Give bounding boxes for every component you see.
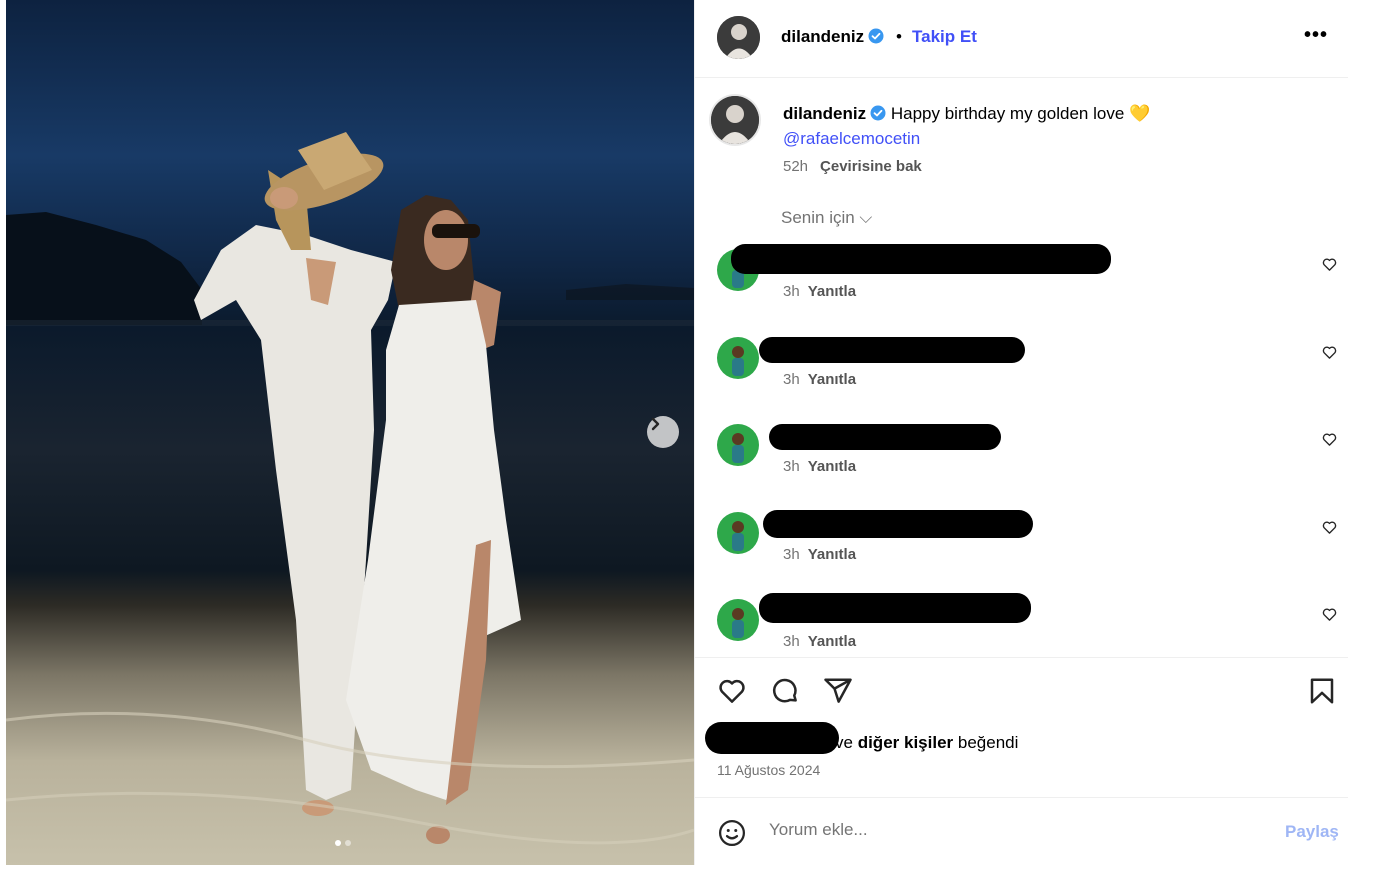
chevron-right-icon <box>651 417 660 431</box>
share-icon[interactable] <box>823 676 853 706</box>
follow-button[interactable]: Takip Et <box>912 27 977 47</box>
heart-icon[interactable] <box>1322 257 1337 272</box>
redacted-comment-text <box>769 424 1001 450</box>
comments-filter-dropdown[interactable]: Senin için ⌵ <box>781 208 872 228</box>
author-username-text: dilandeniz <box>781 27 865 46</box>
caption-username[interactable]: dilandeniz <box>783 104 866 123</box>
redacted-comment-text <box>731 244 1111 274</box>
comment-input[interactable] <box>769 820 1249 840</box>
reply-button[interactable]: Yanıtla <box>808 633 856 650</box>
post-caption: dilandeniz Happy birthday my golden love… <box>783 101 1303 151</box>
reply-button[interactable]: Yanıtla <box>808 283 856 300</box>
comment-icon[interactable] <box>770 676 800 706</box>
commenter-avatar[interactable] <box>717 512 759 554</box>
comment-item: 3h Yanıtla <box>695 244 1348 319</box>
beach-couple-photo <box>6 132 694 845</box>
commenter-avatar[interactable] <box>717 337 759 379</box>
post-date[interactable]: 11 Ağustos 2024 <box>717 762 820 778</box>
comment-meta: 3h Yanıtla <box>783 546 856 563</box>
redacted-comment-text <box>763 510 1033 538</box>
header-separator: • <box>896 27 902 46</box>
post-photo[interactable] <box>6 0 694 865</box>
carousel-dot-active <box>335 840 341 846</box>
commenter-avatar[interactable] <box>717 599 759 641</box>
reply-button[interactable]: Yanıtla <box>808 458 856 475</box>
like-heart-icon[interactable] <box>717 676 747 706</box>
redacted-comment-text <box>759 593 1031 623</box>
post-header: dilandeniz • Takip Et ••• <box>695 0 1348 78</box>
post-actions: ve diğer kişiler beğendi 11 Ağustos 2024 <box>695 657 1348 798</box>
reply-button[interactable]: Yanıtla <box>808 546 856 563</box>
caption-author-avatar[interactable] <box>711 96 759 144</box>
verified-badge-icon <box>868 28 884 44</box>
bitmoji-avatar <box>732 608 744 638</box>
comment-time: 3h <box>783 546 800 563</box>
comment-item: 3h Yanıtla <box>695 337 1348 407</box>
likes-others-link[interactable]: diğer kişiler <box>858 733 953 752</box>
bitmoji-avatar <box>732 521 744 551</box>
avatar-image <box>711 96 759 144</box>
commenter-avatar[interactable] <box>717 424 759 466</box>
comment-meta: 3h Yanıtla <box>783 371 856 388</box>
more-options-button[interactable]: ••• <box>1304 24 1328 47</box>
redacted-comment-text <box>759 337 1025 363</box>
verified-badge-icon <box>870 105 886 121</box>
reply-button[interactable]: Yanıtla <box>808 371 856 388</box>
caption-time: 52h <box>783 158 809 175</box>
likes-suffix-text: beğendi <box>957 733 1019 752</box>
redacted-liker-names <box>705 722 839 754</box>
heart-icon[interactable] <box>1322 607 1337 622</box>
see-translation-button[interactable]: Çevirisine bak <box>820 158 922 175</box>
post-comment-button[interactable]: Paylaş <box>1285 822 1339 842</box>
caption-meta: 52h Çevirisine bak <box>783 158 922 175</box>
comment-item: 3h Yanıtla <box>695 510 1348 582</box>
comment-meta: 3h Yanıtla <box>783 458 856 475</box>
emoji-icon[interactable] <box>717 818 747 848</box>
comment-meta: 3h Yanıtla <box>783 633 856 650</box>
add-comment-bar: Paylaş <box>695 797 1348 866</box>
comment-time: 3h <box>783 283 800 300</box>
comment-time: 3h <box>783 633 800 650</box>
bookmark-icon[interactable] <box>1307 676 1337 706</box>
author-username[interactable]: dilandeniz <box>781 27 884 47</box>
carousel-dot <box>345 840 351 846</box>
post-side-panel: dilandeniz • Takip Et ••• dilandeniz Hap… <box>694 0 1348 865</box>
carousel-next-button[interactable] <box>647 416 679 448</box>
avatar-image <box>717 16 760 59</box>
author-avatar[interactable] <box>717 16 760 59</box>
comment-time: 3h <box>783 458 800 475</box>
comment-item: 3h Yanıtla <box>695 424 1348 494</box>
heart-icon[interactable] <box>1322 520 1337 535</box>
carousel-indicator <box>335 840 351 846</box>
comment-meta: 3h Yanıtla <box>783 283 856 300</box>
caption-mention-link[interactable]: @rafaelcemocetin <box>783 126 1303 151</box>
caption-text: Happy birthday my golden love 💛 <box>890 104 1151 123</box>
post-dialog: dilandeniz • Takip Et ••• dilandeniz Hap… <box>6 0 1348 865</box>
bitmoji-avatar <box>732 346 744 376</box>
heart-icon[interactable] <box>1322 345 1337 360</box>
comment-time: 3h <box>783 371 800 388</box>
heart-icon[interactable] <box>1322 432 1337 447</box>
bitmoji-avatar <box>732 433 744 463</box>
